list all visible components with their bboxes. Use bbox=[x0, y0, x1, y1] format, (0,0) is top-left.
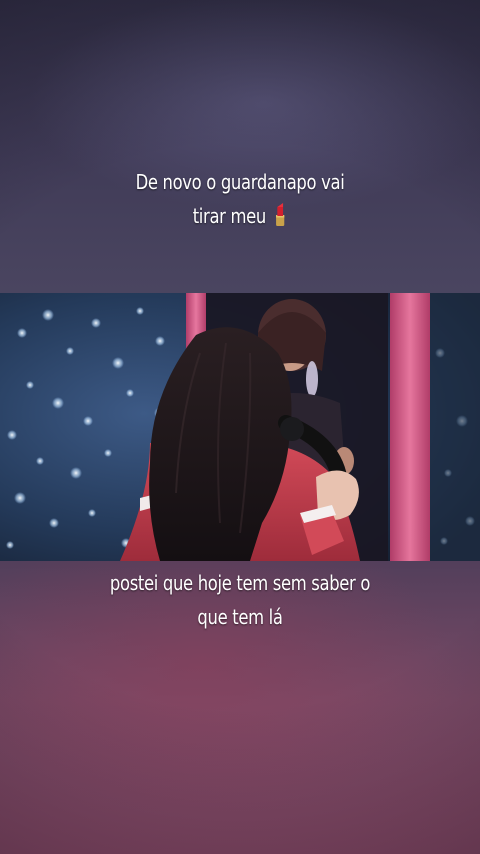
bottom-caption: postei que hoje tem sem saber o que tem … bbox=[43, 566, 437, 634]
top-caption-line-2-text: tirar meu bbox=[192, 204, 267, 228]
lipstick-icon bbox=[273, 201, 288, 237]
video-frame[interactable] bbox=[0, 293, 480, 561]
top-caption-line-2: tirar meu bbox=[43, 199, 437, 237]
bottom-caption-line-2: que tem lá bbox=[197, 605, 283, 629]
stage-scene bbox=[0, 293, 480, 561]
microphone-head bbox=[280, 417, 304, 441]
pink-stage-light-right bbox=[390, 293, 430, 561]
bottom-caption-line-1: postei que hoje tem sem saber o bbox=[109, 571, 371, 595]
top-caption-line-1: De novo o guardanapo vai bbox=[135, 170, 345, 194]
top-caption: De novo o guardanapo vai tirar meu bbox=[43, 165, 437, 237]
